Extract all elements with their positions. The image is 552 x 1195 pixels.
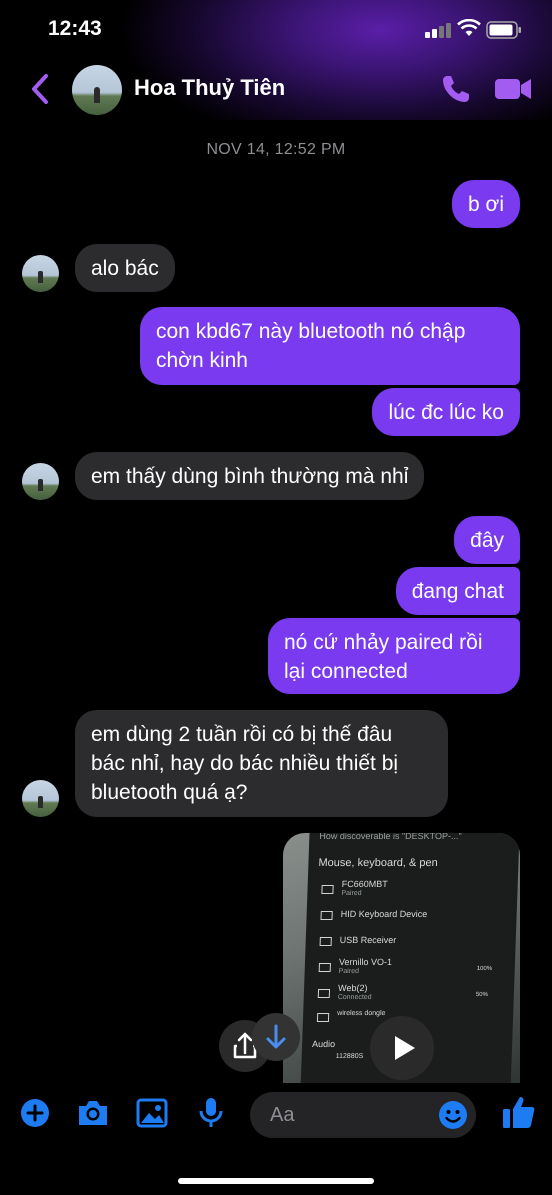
back-chevron-icon[interactable]: [28, 73, 52, 105]
microphone-icon[interactable]: [198, 1096, 224, 1130]
message-input[interactable]: Aa: [250, 1092, 476, 1138]
outgoing-message[interactable]: đây: [454, 516, 520, 564]
device-name: Vernillo VO-1: [338, 957, 393, 967]
device-name: Web(2): [337, 983, 368, 993]
device-status: Paired: [341, 890, 362, 897]
plus-icon[interactable]: [20, 1098, 50, 1128]
device-icon: [321, 885, 334, 894]
emoji-icon[interactable]: [438, 1100, 468, 1130]
message-line: bác nhỉ, hay do bác nhiều thiết bị: [91, 752, 399, 775]
audio-device: 112880S: [335, 1053, 364, 1060]
conversation-header: Hoa Thuỷ Tiên: [0, 60, 552, 120]
message-line: con kbd67 này bluetooth nó chập: [156, 320, 466, 343]
cellular-signal-icon: [425, 22, 453, 38]
outgoing-message[interactable]: con kbd67 này bluetooth nó chập chờn kin…: [140, 307, 520, 385]
message-line: lại connected: [284, 660, 408, 683]
message-line: nó cứ nhảy paired rồi: [284, 631, 483, 654]
audio-label: Audio: [311, 1039, 336, 1049]
message-line: em thấy dùng bình thường mà nhỉ: [91, 465, 409, 488]
gallery-icon[interactable]: [136, 1098, 168, 1128]
device-icon: [320, 911, 333, 920]
thumbs-up-icon[interactable]: [502, 1094, 536, 1130]
contact-avatar[interactable]: [72, 65, 122, 115]
device-status: Paired: [338, 968, 360, 975]
device-name: HID Keyboard Device: [340, 909, 428, 919]
download-button[interactable]: [252, 1013, 300, 1061]
screen-section-title: Mouse, keyboard, & pen: [318, 857, 438, 869]
message-line: đây: [470, 529, 504, 552]
contact-name[interactable]: Hoa Thuỷ Tiên: [134, 75, 285, 101]
status-time: 12:43: [48, 17, 102, 40]
device-name: USB Receiver: [339, 935, 397, 945]
incoming-message[interactable]: em thấy dùng bình thường mà nhỉ: [75, 452, 425, 500]
video-call-icon[interactable]: [494, 76, 532, 102]
sender-avatar[interactable]: [22, 255, 59, 292]
device-level: 50%: [475, 992, 488, 998]
outgoing-message[interactable]: nó cứ nhảy paired rồi lại connected: [268, 618, 520, 694]
camera-icon[interactable]: [76, 1098, 110, 1128]
device-icon: [317, 989, 331, 998]
phone-call-icon[interactable]: [440, 73, 472, 105]
play-video-button[interactable]: [370, 1016, 434, 1080]
message-input-placeholder: Aa: [270, 1104, 295, 1126]
message-line: bluetooth quá ạ?: [91, 781, 248, 804]
status-bar: 12:43: [0, 0, 552, 60]
download-icon: [266, 1024, 286, 1049]
incoming-message[interactable]: em dùng 2 tuần rồi có bị thế đâu bác nhỉ…: [75, 710, 448, 817]
sender-avatar[interactable]: [22, 463, 59, 500]
message-composer: Aa: [0, 1090, 552, 1142]
device-name: FC660MBT: [341, 879, 388, 889]
battery-icon: [486, 21, 521, 39]
incoming-message[interactable]: alo bác: [75, 244, 175, 292]
device-name: wireless dongle: [337, 1010, 386, 1017]
message-line: đang chat: [411, 580, 504, 603]
outgoing-message[interactable]: lúc đc lúc ko: [372, 388, 520, 436]
screen-top-text: How discoverable is "DESKTOP-...": [319, 833, 462, 841]
message-line: chờn kinh: [156, 349, 248, 372]
message-line: em dùng 2 tuần rồi có bị thế đâu: [91, 723, 393, 746]
message-line: lúc đc lúc ko: [388, 401, 504, 424]
device-status: Connected: [337, 994, 372, 1001]
outgoing-message[interactable]: đang chat: [395, 567, 520, 615]
device-level: 100%: [476, 966, 493, 972]
device-icon: [319, 937, 332, 946]
outgoing-message[interactable]: b ơi: [452, 180, 520, 228]
device-icon: [318, 963, 331, 972]
message-line: alo bác: [91, 257, 159, 280]
message-line: b ơi: [468, 193, 504, 216]
conversation-timestamp: NOV 14, 12:52 PM: [206, 141, 346, 158]
sender-avatar[interactable]: [22, 780, 59, 817]
home-indicator: [178, 1178, 374, 1184]
wifi-icon: [457, 19, 481, 36]
device-icon: [316, 1013, 330, 1022]
